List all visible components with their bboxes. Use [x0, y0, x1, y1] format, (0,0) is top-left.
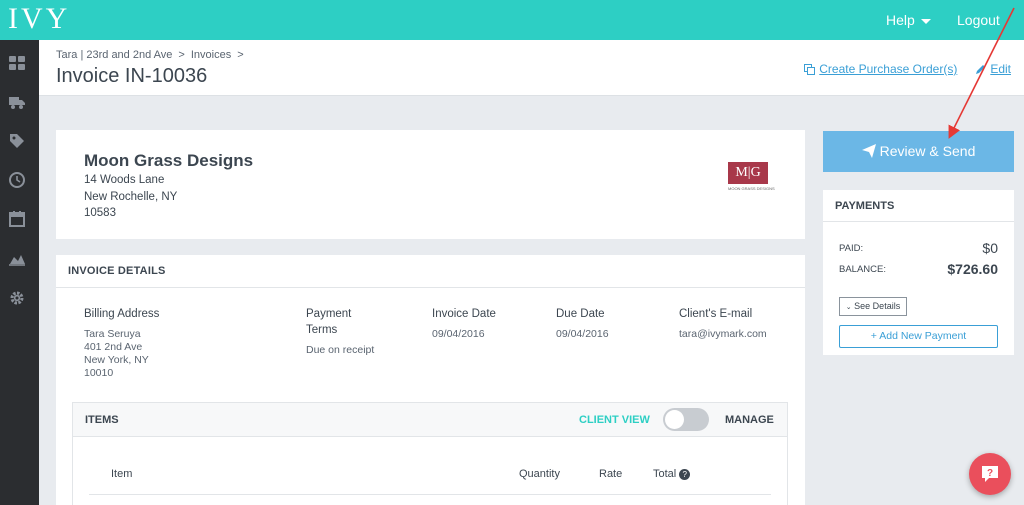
pencil-icon — [975, 64, 986, 78]
column-total: Total? — [653, 468, 691, 480]
payments-card: PAYMENTS PAID: $0 BALANCE: $726.60 ⌄ See… — [823, 190, 1014, 355]
tag-icon[interactable] — [8, 132, 26, 150]
billing-street: 401 2nd Ave — [84, 341, 143, 353]
sidebar — [0, 40, 39, 505]
company-city: New Rochelle, NY — [84, 191, 178, 203]
billing-name: Tara Seruya — [84, 328, 141, 340]
chart-icon[interactable] — [8, 249, 26, 267]
edit-link[interactable]: Edit — [990, 62, 1011, 76]
top-bar: IVY Help Logout — [0, 0, 1024, 40]
payment-terms-value: Due on receipt — [306, 344, 375, 356]
due-date: Due Date 09/04/2016 — [556, 306, 609, 341]
company-logo: M|G MOON GRASS DESIGNS — [728, 162, 775, 191]
payments-heading: PAYMENTS — [823, 190, 1014, 222]
divider — [89, 494, 771, 495]
help-circle-icon[interactable]: ? — [679, 469, 691, 480]
company-zip: 10583 — [84, 207, 116, 219]
breadcrumb-separator: > — [237, 49, 244, 61]
copy-icon — [804, 64, 816, 78]
add-payment-button[interactable]: + Add New Payment — [839, 325, 998, 348]
company-name: Moon Grass Designs — [84, 151, 254, 170]
calendar-icon[interactable] — [8, 210, 26, 228]
balance-value: $726.60 — [947, 261, 998, 277]
chevron-down-icon — [920, 18, 931, 24]
breadcrumb: Tara | 23rd and 2nd Ave > Invoices > — [56, 49, 250, 61]
items-heading: ITEMS — [85, 414, 119, 426]
create-purchase-order-link[interactable]: Create Purchase Order(s) — [819, 62, 957, 76]
breadcrumb-separator: > — [178, 49, 185, 61]
invoice-date: Invoice Date 09/04/2016 — [432, 306, 496, 341]
invoice-date-label: Invoice Date — [432, 308, 496, 320]
company-logo-mark: M|G — [728, 162, 768, 184]
client-email-value: tara@ivymark.com — [679, 328, 767, 340]
page-header: Tara | 23rd and 2nd Ave > Invoices > Invoic… — [39, 40, 1024, 96]
send-icon — [861, 144, 876, 158]
column-total-label: Total — [653, 468, 677, 480]
invoice-details-heading: INVOICE DETAILS — [56, 255, 805, 288]
page-title: Invoice IN-10036 — [56, 65, 208, 87]
items-header: ITEMS CLIENT VIEW MANAGE — [73, 403, 787, 437]
due-date-label: Due Date — [556, 308, 605, 320]
items-panel: ITEMS CLIENT VIEW MANAGE Item Quantity R… — [72, 402, 788, 505]
app-logo[interactable]: IVY — [8, 2, 70, 36]
help-label: Help — [886, 12, 915, 28]
question-bubble-icon: ? — [982, 466, 998, 482]
billing-city: New York, NY — [84, 354, 149, 366]
column-quantity: Quantity — [519, 468, 560, 480]
see-details-button[interactable]: ⌄ See Details — [839, 297, 907, 316]
billing-address-label: Billing Address — [84, 308, 160, 320]
payment-terms: Payment Terms Due on receipt — [306, 306, 374, 357]
see-details-label: See Details — [854, 301, 901, 311]
company-logo-caption: MOON GRASS DESIGNS — [728, 186, 775, 191]
manage-label: MANAGE — [725, 414, 774, 426]
review-send-label: Review & Send — [879, 143, 976, 159]
chevron-down-icon: ⌄ — [845, 304, 852, 311]
billing-address: Billing Address Tara Seruya 401 2nd Ave … — [84, 306, 159, 380]
dashboard-icon[interactable] — [8, 54, 26, 72]
paid-label: PAID: — [839, 243, 864, 254]
balance-label: BALANCE: — [839, 264, 886, 275]
clock-icon[interactable] — [8, 171, 26, 189]
column-item: Item — [111, 468, 133, 480]
svg-text:?: ? — [987, 468, 993, 479]
logout-link[interactable]: Logout — [957, 12, 1000, 28]
toggle-knob — [665, 410, 684, 429]
header-actions: Create Purchase Order(s) Edit — [804, 62, 1011, 78]
billing-zip: 10010 — [84, 367, 114, 379]
invoice-details-card: INVOICE DETAILS Billing Address Tara Ser… — [56, 255, 805, 505]
paid-value: $0 — [982, 240, 998, 256]
payment-terms-label-1: Payment — [306, 308, 352, 320]
review-send-button[interactable]: Review & Send — [823, 131, 1014, 172]
breadcrumb-invoices[interactable]: Invoices — [191, 49, 231, 61]
breadcrumb-location[interactable]: Tara | 23rd and 2nd Ave — [56, 49, 172, 61]
view-toggle[interactable] — [663, 408, 709, 431]
payment-terms-label-2: Terms — [306, 324, 338, 336]
help-menu[interactable]: Help — [886, 12, 931, 28]
help-chat-button[interactable]: ? — [969, 453, 1011, 495]
client-email: Client's E-mail tara@ivymark.com — [679, 306, 767, 341]
due-date-value: 09/04/2016 — [556, 328, 609, 340]
invoice-date-value: 09/04/2016 — [432, 328, 485, 340]
gear-icon[interactable] — [8, 289, 26, 307]
column-rate: Rate — [599, 468, 623, 480]
company-card: Moon Grass Designs 14 Woods Lane New Roc… — [56, 130, 805, 239]
client-view-label: CLIENT VIEW — [579, 414, 650, 426]
truck-icon[interactable] — [8, 93, 26, 111]
client-email-label: Client's E-mail — [679, 308, 753, 320]
company-street: 14 Woods Lane — [84, 174, 165, 186]
